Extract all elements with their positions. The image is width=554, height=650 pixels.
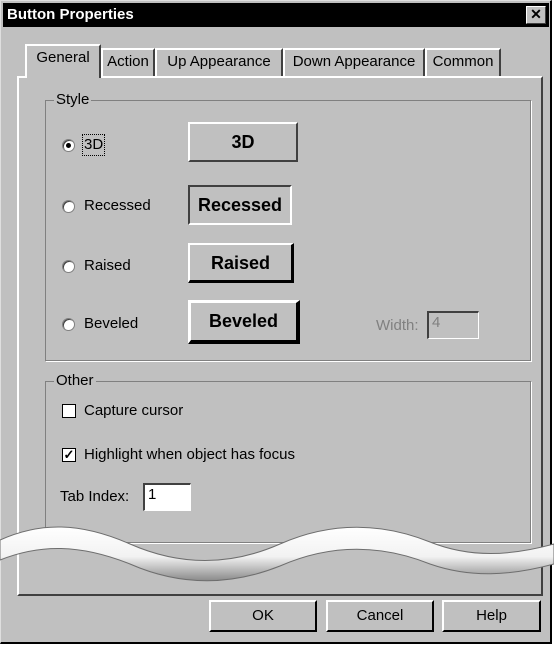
- torn-edge-shape: [0, 526, 554, 582]
- other-group-legend: Other: [54, 372, 96, 390]
- sample-beveled-button: Beveled: [188, 300, 300, 344]
- tab-common[interactable]: Common: [425, 48, 501, 76]
- highlight-focus-checkbox[interactable]: ✓: [62, 448, 76, 462]
- width-label: Width:: [376, 317, 419, 334]
- tab-action[interactable]: Action: [101, 48, 155, 76]
- tab-index-field[interactable]: 1: [143, 483, 191, 511]
- style-group-legend: Style: [54, 91, 92, 109]
- highlight-focus-label[interactable]: Highlight when object has focus: [84, 446, 295, 464]
- cancel-button[interactable]: Cancel: [326, 600, 434, 632]
- help-button[interactable]: Help: [442, 600, 541, 632]
- radio-raised-label[interactable]: Raised: [84, 257, 131, 275]
- tab-down-appearance-label: Down Appearance: [292, 53, 416, 70]
- tab-general-label: General: [36, 49, 90, 66]
- radio-recessed-label[interactable]: Recessed: [84, 197, 151, 215]
- tab-index-label: Tab Index:: [60, 488, 130, 505]
- tab-general[interactable]: General: [25, 44, 101, 78]
- tab-down-appearance[interactable]: Down Appearance: [283, 48, 425, 76]
- sample-recessed-button: Recessed: [188, 185, 292, 225]
- radio-raised[interactable]: [62, 260, 75, 273]
- dialog-title: Button Properties: [7, 6, 134, 23]
- tab-up-appearance[interactable]: Up Appearance: [155, 48, 283, 76]
- radio-recessed[interactable]: [62, 200, 75, 213]
- capture-cursor-label[interactable]: Capture cursor: [84, 402, 183, 420]
- radio-beveled[interactable]: [62, 318, 75, 331]
- radio-3d-label[interactable]: 3D: [81, 134, 106, 156]
- radio-3d[interactable]: [62, 139, 75, 152]
- sample-3d-button: 3D: [188, 122, 298, 162]
- radio-beveled-label[interactable]: Beveled: [84, 315, 138, 333]
- tab-up-appearance-label: Up Appearance: [167, 53, 271, 70]
- tab-action-label: Action: [107, 53, 149, 70]
- torn-edge-decoration: [0, 526, 554, 582]
- ok-button[interactable]: OK: [209, 600, 317, 632]
- tab-common-label: Common: [432, 53, 494, 70]
- close-icon[interactable]: ✕: [526, 6, 546, 24]
- capture-cursor-checkbox[interactable]: [62, 404, 76, 418]
- width-field[interactable]: 4: [427, 311, 479, 339]
- sample-raised-button: Raised: [188, 243, 294, 283]
- style-group: Style 3D 3D Recessed Recessed Raised Rai…: [45, 91, 531, 361]
- title-bar[interactable]: Button Properties ✕: [3, 3, 549, 27]
- radio-3d-dot: [66, 143, 71, 148]
